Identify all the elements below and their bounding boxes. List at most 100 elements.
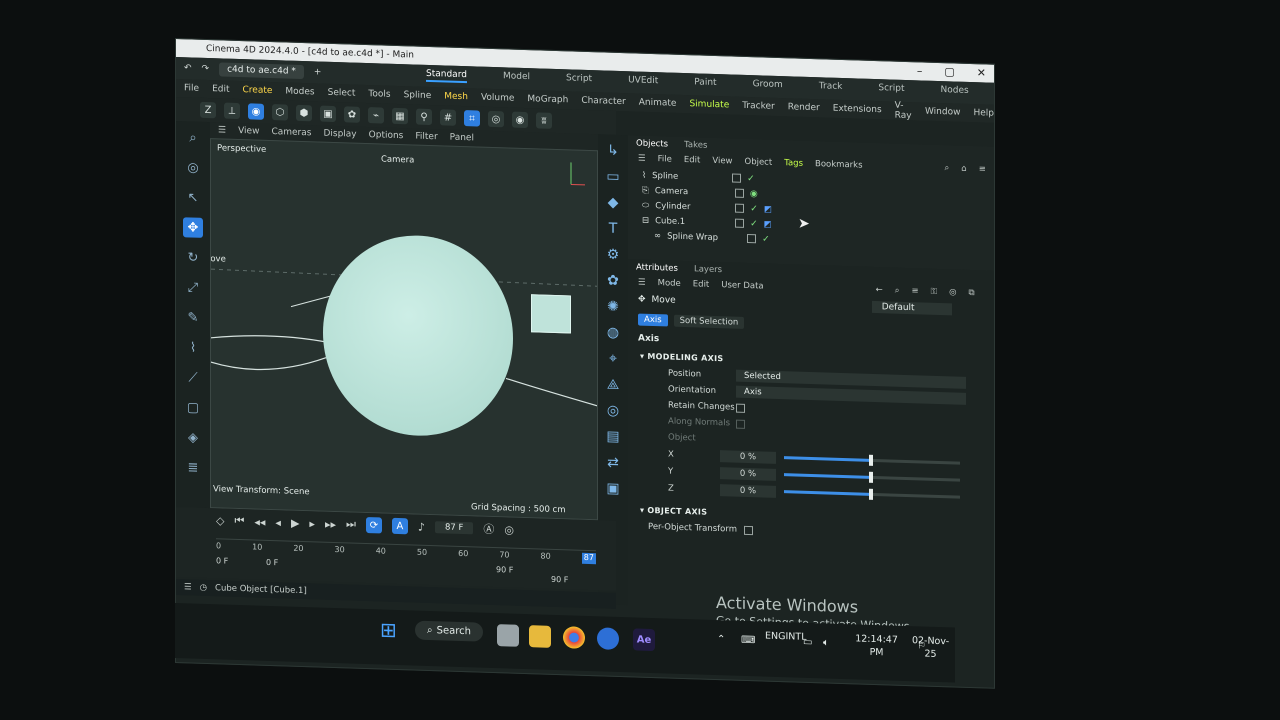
vp-menu-view[interactable]: View [238,126,259,137]
select-icon[interactable]: ↖ [183,187,203,208]
play-icon[interactable]: ▶ [291,516,299,529]
hamburger-icon[interactable]: ☰ [638,278,646,288]
effector-icon[interactable]: ✺ [607,299,619,315]
live-select-icon[interactable]: ◎ [183,157,203,178]
preview-start-frame[interactable]: 0 F [266,558,278,567]
menu-file[interactable]: File [184,83,199,93]
obj-menu-bookmarks[interactable]: Bookmarks [815,159,863,170]
camera-tag-icon[interactable]: ◉ [750,189,758,199]
record-icon[interactable]: ◎ [504,523,514,536]
menu-create[interactable]: Create [243,85,273,96]
lock-icon[interactable]: ⚿ [931,287,937,297]
grid-icon[interactable]: # [440,109,456,126]
enable-check-icon[interactable]: ✓ [750,204,758,214]
menu-tracker[interactable]: Tracker [742,101,774,112]
axis-tool-icon[interactable]: ⟂ [224,102,240,120]
menu-vray[interactable]: V-Ray [895,101,912,122]
deformer-icon[interactable]: ◍ [607,325,619,341]
attr-menu-userdata[interactable]: User Data [721,280,763,291]
visibility-toggle[interactable] [747,233,757,244]
prev-key-icon[interactable]: ◂◂ [254,515,265,528]
windows-start-icon[interactable]: ⊞ [380,617,397,642]
cube-icon[interactable]: ◆ [608,195,619,211]
layout-standard[interactable]: Standard [426,68,467,84]
undo-icon[interactable]: ↶ [184,63,192,73]
current-frame-field[interactable]: 87 F [434,521,474,535]
snap-icon[interactable]: ⌁ [368,107,384,124]
start-frame[interactable]: 0 F [216,556,228,565]
tab-layers[interactable]: Layers [694,264,722,275]
quantize-icon[interactable]: ◎ [488,110,504,128]
enable-check-icon[interactable]: ✓ [762,234,770,244]
gear-icon[interactable]: ⚙ [607,247,620,263]
knife-icon[interactable]: ⟋ [183,367,203,388]
playhead-marker[interactable]: 87 [581,552,596,565]
menu-render[interactable]: Render [788,102,820,113]
redo-icon[interactable]: ↷ [202,64,210,74]
text-icon[interactable]: T [609,221,618,237]
enable-check-icon[interactable]: ✓ [750,219,758,229]
chrome-icon[interactable] [563,626,585,649]
axis-x-slider[interactable] [784,456,870,462]
menu-mograph[interactable]: MoGraph [527,94,568,105]
status-menu-icon[interactable]: ☰ [184,582,192,592]
layout-nodes[interactable]: Nodes [941,85,969,99]
grid-snap-icon[interactable]: ⌗ [464,110,480,127]
vp-menu-display[interactable]: Display [323,129,356,140]
tab-objects[interactable]: Objects [636,138,668,149]
new-tab-button[interactable]: + [314,67,322,77]
volume-icon[interactable]: 🔈︎ [823,637,829,648]
tab-takes[interactable]: Takes [684,140,707,151]
loop-icon[interactable]: ⟳ [365,516,382,534]
next-frame-icon[interactable]: ▸ [309,517,315,530]
filter-icon[interactable]: ≡ [912,286,919,296]
camera-icon[interactable]: ▣ [606,481,619,497]
tab-axis[interactable]: Axis [638,313,668,327]
after-effects-icon[interactable]: Ae [633,628,655,652]
vp-menu-filter[interactable]: Filter [415,132,437,143]
cone-icon[interactable]: ⟁ [607,377,620,393]
cinema4d-icon[interactable] [597,627,619,650]
layout-model[interactable]: Model [503,71,530,85]
search-icon[interactable]: ⌕ [183,127,203,148]
workplane-icon[interactable]: ▦ [392,107,408,125]
prev-frame-icon[interactable]: ◂ [275,516,281,529]
search-icon[interactable]: ⌕ [945,163,950,173]
obj-menu-view[interactable]: View [712,156,732,167]
minimize-button[interactable]: – [917,64,923,77]
taskbar-search[interactable]: ⌕ Search [415,620,483,642]
brush-icon[interactable]: ⌇ [183,337,203,358]
layout-script-2[interactable]: Script [878,83,904,97]
keyboard-icon[interactable]: ⌨ [741,635,755,646]
field-icon[interactable]: ⌖ [609,351,617,367]
vp-menu-options[interactable]: Options [369,130,404,141]
move-icon[interactable]: ✥ [183,217,203,238]
obj-menu-edit[interactable]: Edit [684,155,700,166]
layout-uvedit[interactable]: UVEdit [628,75,658,89]
enable-check-icon[interactable]: ✓ [747,173,755,183]
language-indicator[interactable]: ENG INTL [765,630,807,644]
material-tag-icon[interactable]: ◩ [764,219,772,229]
search-icon[interactable]: ⌕ [895,286,900,296]
layout-paint[interactable]: Paint [694,77,716,91]
visibility-toggle[interactable] [735,218,745,228]
end-frame[interactable]: 90 F [551,575,568,585]
attr-menu-mode[interactable]: Mode [658,278,681,289]
document-tab[interactable]: c4d to ae.c4d * [219,62,304,80]
hamburger-icon[interactable]: ☰ [638,154,646,164]
axis-z-slider[interactable] [784,490,870,496]
chevron-down-icon[interactable]: ▾ [640,506,644,515]
per-object-checkbox[interactable] [744,525,753,535]
viewport[interactable]: Perspective Camera Move View Transform: … [210,138,598,521]
film-icon[interactable]: ▤ [606,429,619,445]
edges-mode-icon[interactable]: ⬢ [296,104,312,122]
layer-icon[interactable]: ≣ [183,457,203,478]
symmetry-icon[interactable]: ʬ [536,112,552,129]
new-window-icon[interactable]: ⧉ [969,288,975,298]
points-mode-icon[interactable]: ⬡ [272,104,288,121]
tab-attributes[interactable]: Attributes [636,262,678,273]
lock-icon[interactable]: ⚲ [416,108,432,126]
visibility-toggle[interactable] [735,203,745,213]
scale-icon[interactable]: ⤢ [183,277,203,298]
polygons-mode-icon[interactable]: ▣ [320,105,336,123]
